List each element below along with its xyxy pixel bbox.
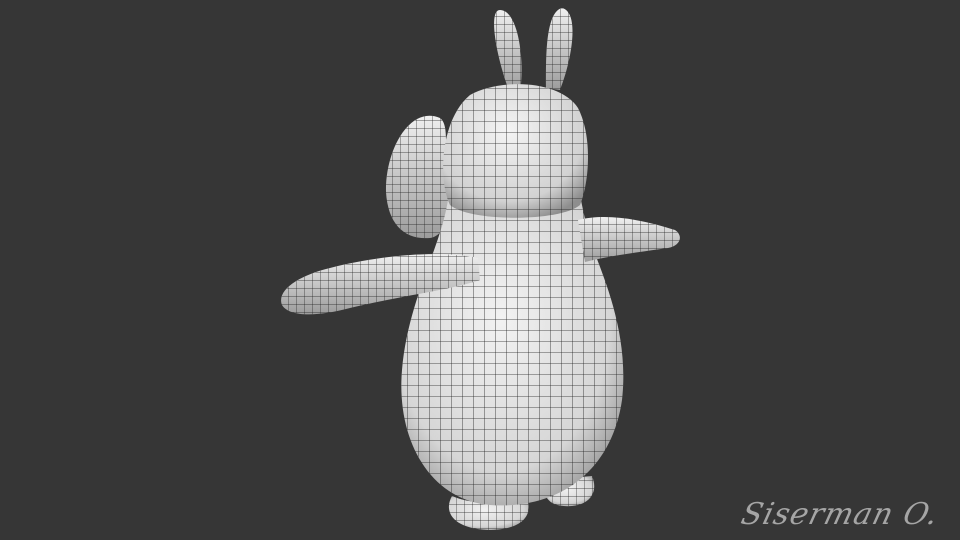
right-arm — [578, 217, 680, 262]
author-signature: Siserman O. — [737, 497, 943, 532]
raised-arm — [385, 115, 450, 239]
3d-viewport[interactable]: Siserman O. — [0, 0, 960, 540]
wireframe-character-model — [281, 8, 680, 530]
head — [443, 84, 588, 218]
right-ear — [545, 8, 573, 90]
left-ear — [494, 10, 522, 92]
